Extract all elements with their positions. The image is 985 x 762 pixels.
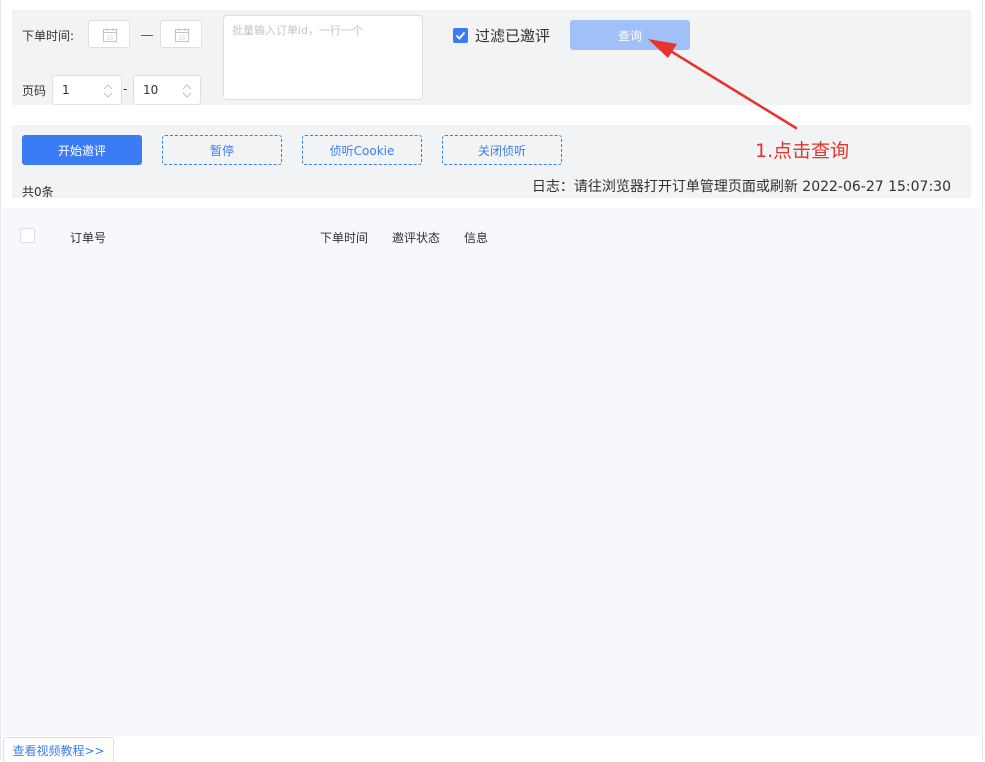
end-date-picker[interactable]: 15 (160, 20, 202, 48)
batch-order-id-input[interactable]: 批量输入订单id，一行一个 (223, 15, 423, 100)
calendar-icon: 15 (175, 28, 189, 42)
select-all-checkbox[interactable] (20, 228, 35, 243)
svg-text:15: 15 (179, 36, 185, 42)
column-invite-status: 邀评状态 (392, 231, 441, 245)
page-from-stepper[interactable]: 1 (52, 75, 122, 105)
page-label: 页码 (22, 84, 47, 98)
query-button[interactable]: 查询 (570, 20, 690, 50)
column-order-time: 下单时间 (320, 231, 369, 245)
order-time-label: 下单时间: (22, 29, 75, 43)
stepper-arrows-icon[interactable] (103, 83, 113, 99)
close-listen-button[interactable]: 关闭侦听 (442, 135, 562, 165)
filter-invited-label[interactable]: 过滤已邀评 (475, 25, 550, 46)
date-range-separator (141, 35, 153, 36)
video-tutorial-link[interactable]: 查看视频教程>> (3, 737, 114, 762)
column-order-id: 订单号 (70, 231, 107, 245)
pause-button[interactable]: 暂停 (162, 135, 282, 165)
start-date-picker[interactable]: 15 (88, 20, 130, 48)
annotation-text: 1.点击查询 (755, 140, 850, 162)
window-left-border (0, 0, 1, 760)
calendar-icon: 15 (103, 28, 117, 42)
total-count: 共0条 (22, 185, 54, 199)
log-message: 日志：请往浏览器打开订单管理页面或刷新 2022-06-27 15:07:30 (531, 179, 951, 195)
page-to-stepper[interactable]: 10 (133, 75, 201, 105)
page-to-value: 10 (143, 83, 159, 97)
stepper-arrows-icon[interactable] (182, 83, 192, 99)
filter-invited-checkbox[interactable] (453, 28, 468, 43)
window-right-border (982, 0, 983, 760)
column-info: 信息 (464, 231, 489, 245)
start-invite-button[interactable]: 开始邀评 (22, 135, 142, 165)
page-range-separator: - (123, 82, 128, 96)
svg-text:15: 15 (107, 36, 113, 42)
check-icon (455, 31, 466, 40)
order-table (2, 208, 980, 736)
listen-cookie-button[interactable]: 侦听Cookie (302, 135, 422, 165)
page-from-value: 1 (62, 83, 70, 97)
